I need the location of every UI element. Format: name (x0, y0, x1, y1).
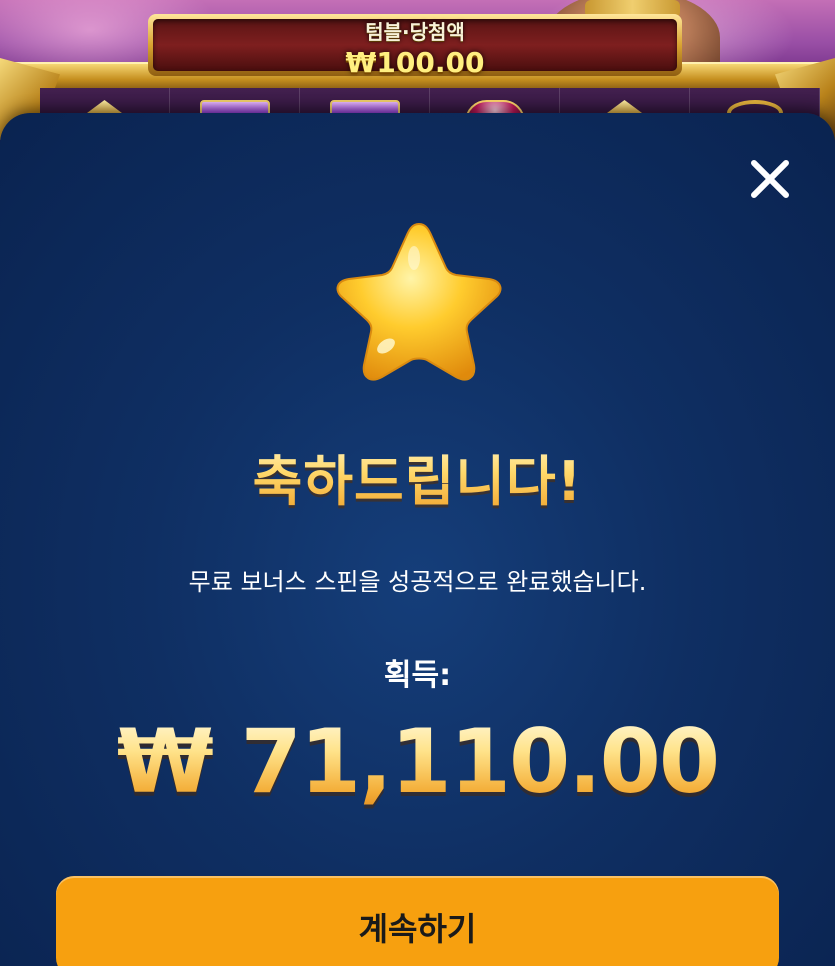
close-button[interactable] (744, 155, 794, 205)
completion-message: 무료 보너스 스핀을 성공적으로 완료했습니다. (188, 568, 647, 596)
star-icon (334, 218, 504, 382)
tumble-win-label: 텀블·당첨액 (365, 20, 465, 44)
winnings-amount: ₩ 71,110.00 (0, 710, 835, 813)
continue-button[interactable]: 계속하기 (56, 876, 779, 966)
tumble-win-amount: ₩100.00 (345, 46, 485, 79)
congratulations-heading: 축하드립니다! (0, 437, 835, 516)
tumble-win-panel: 텀블·당첨액 ₩100.00 (148, 14, 682, 79)
winnings-label: 획득: (383, 658, 452, 693)
close-icon (751, 160, 789, 198)
continue-button-label: 계속하기 (358, 910, 477, 948)
screen: 텀블·당첨액 ₩100.00 축하드립니다! 무료 보너스 스핀을 성공적으로 (0, 0, 835, 966)
